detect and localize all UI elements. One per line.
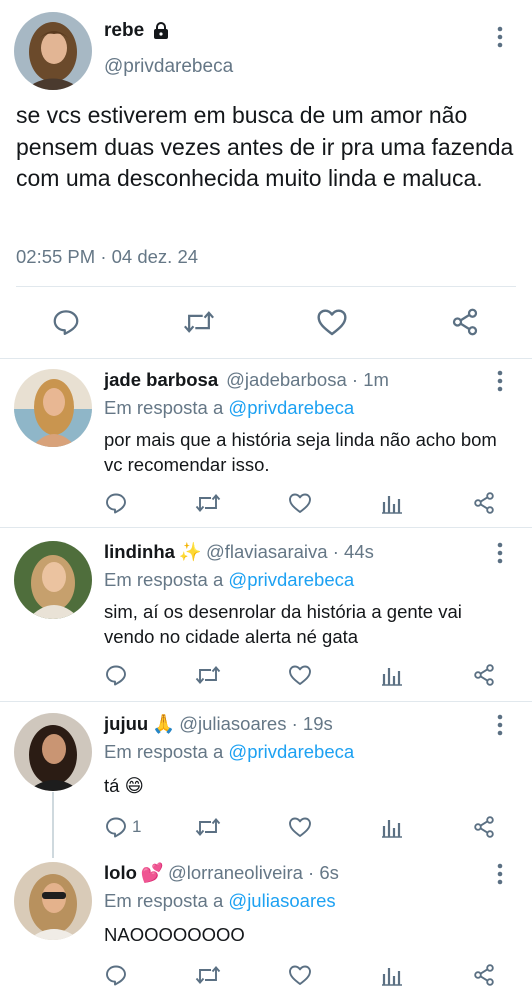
retweet-icon[interactable] — [194, 489, 222, 517]
in-reply-to: Em resposta a @juliasoares — [104, 890, 336, 912]
like-icon[interactable] — [286, 813, 314, 841]
reply-item[interactable]: jade barbosa @jadebarbosa · 1m Em respost… — [0, 369, 532, 527]
tweet-thread-page: rebe @privdarebeca se vcs estiverem em b… — [0, 0, 532, 1000]
reply-icon[interactable] — [102, 661, 130, 689]
separator-dot: · — [302, 862, 320, 883]
share-icon[interactable] — [448, 305, 482, 339]
reply-author-name[interactable]: jade barbosa — [104, 369, 218, 390]
main-tweet: rebe @privdarebeca se vcs estiverem em b… — [0, 0, 532, 358]
lock-icon — [152, 22, 170, 40]
in-reply-label: Em resposta a — [104, 397, 229, 418]
tweet-timestamp[interactable]: 02:55 PM · 04 dez. 24 — [16, 246, 198, 268]
tweet-text: se vcs estiverem em busca de um amor não… — [16, 102, 514, 191]
retweet-icon[interactable] — [194, 813, 222, 841]
avatar[interactable] — [14, 369, 92, 447]
analytics-icon[interactable] — [378, 661, 406, 689]
in-reply-label: Em resposta a — [104, 741, 229, 762]
separator-dot: · — [327, 541, 345, 562]
avatar[interactable] — [14, 713, 92, 791]
reply-author-name[interactable]: jujuu — [104, 713, 148, 734]
analytics-icon[interactable] — [378, 813, 406, 841]
reply-icon[interactable] — [49, 305, 83, 339]
reply-item[interactable]: lindinha ✨ @flaviasaraiva · 44s Em respost… — [0, 541, 532, 701]
share-icon[interactable] — [470, 489, 498, 517]
reply-time: 1m — [363, 369, 389, 390]
reply-time: 6s — [319, 862, 339, 883]
reply-author-emoji: ✨ — [178, 541, 202, 562]
in-reply-mention[interactable]: @privdarebeca — [228, 569, 354, 590]
reply-icon[interactable] — [102, 489, 130, 517]
reply-item[interactable]: lolo 💕 @lorraneoliveira · 6s Em resposta a… — [0, 862, 532, 1000]
like-icon[interactable] — [286, 961, 314, 989]
in-reply-to: Em resposta a @privdarebeca — [104, 569, 354, 591]
reply-author-handle[interactable]: @jadebarbosa — [226, 369, 347, 390]
reply-text: tá 😄 — [104, 775, 144, 796]
reply-author-handle[interactable]: @flaviasaraiva — [206, 541, 328, 562]
reply-author-emoji: 🙏 — [152, 713, 176, 734]
retweet-icon[interactable] — [194, 961, 222, 989]
analytics-icon[interactable] — [378, 961, 406, 989]
more-icon[interactable] — [488, 369, 512, 393]
share-icon[interactable] — [470, 661, 498, 689]
divider — [0, 701, 532, 702]
reply-count: 1 — [132, 817, 142, 836]
avatar[interactable] — [14, 12, 92, 90]
reply-text: NAOOOOOOOO — [104, 924, 245, 945]
more-icon[interactable] — [488, 25, 512, 49]
reply-icon[interactable] — [102, 813, 130, 841]
reply-text: sim, aí os desenrolar da história a gent… — [104, 601, 462, 647]
in-reply-to: Em resposta a @privdarebeca — [104, 397, 354, 419]
retweet-icon[interactable] — [194, 661, 222, 689]
divider — [0, 527, 532, 528]
divider — [16, 286, 516, 287]
more-icon[interactable] — [488, 862, 512, 886]
reply-author-name[interactable]: lolo — [104, 862, 137, 883]
reply-item[interactable]: jujuu 🙏 @juliasoares · 19s Em resposta a @… — [0, 713, 532, 853]
retweet-icon[interactable] — [182, 305, 216, 339]
like-icon[interactable] — [286, 661, 314, 689]
in-reply-mention[interactable]: @privdarebeca — [228, 741, 354, 762]
reply-author-handle[interactable]: @juliasoares — [179, 713, 286, 734]
avatar[interactable] — [14, 862, 92, 940]
reply-text: por mais que a história seja linda não a… — [104, 429, 497, 475]
in-reply-to: Em resposta a @privdarebeca — [104, 741, 354, 763]
in-reply-mention[interactable]: @juliasoares — [228, 890, 335, 911]
in-reply-mention[interactable]: @privdarebeca — [228, 397, 354, 418]
reply-time: 19s — [302, 713, 333, 734]
separator-dot: · — [346, 369, 364, 390]
like-icon[interactable] — [286, 489, 314, 517]
in-reply-label: Em resposta a — [104, 569, 229, 590]
reply-author-name[interactable]: lindinha — [104, 541, 175, 562]
more-icon[interactable] — [488, 713, 512, 737]
reply-author-handle[interactable]: @lorraneoliveira — [168, 862, 303, 883]
reply-icon[interactable] — [102, 961, 130, 989]
avatar[interactable] — [14, 541, 92, 619]
author-handle[interactable]: @privdarebeca — [104, 56, 233, 78]
analytics-icon[interactable] — [378, 489, 406, 517]
author-name[interactable]: rebe — [104, 20, 144, 42]
like-icon[interactable] — [315, 305, 349, 339]
reply-author-emoji: 💕 — [140, 862, 164, 883]
reply-time: 44s — [344, 541, 374, 562]
share-icon[interactable] — [470, 961, 498, 989]
share-icon[interactable] — [470, 813, 498, 841]
more-icon[interactable] — [488, 541, 512, 565]
separator-dot: · — [286, 713, 303, 734]
in-reply-label: Em resposta a — [104, 890, 229, 911]
divider — [0, 358, 532, 359]
